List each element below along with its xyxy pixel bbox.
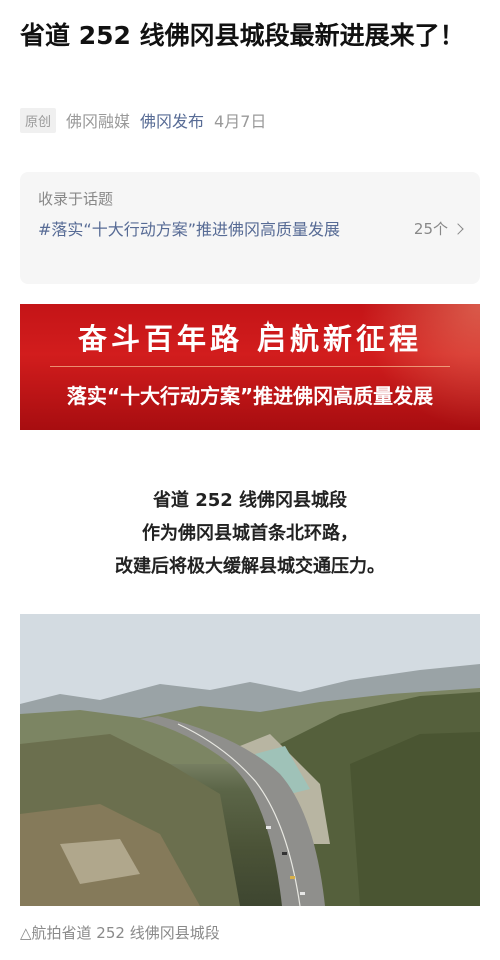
topic-count-link[interactable]: 25个 bbox=[413, 218, 464, 239]
topic-name[interactable]: #落实“十大行动方案”推进佛冈高质量发展 bbox=[38, 218, 378, 242]
original-tag: 原创 bbox=[20, 107, 57, 133]
lead-paragraph: 省道 252 线佛冈县城段 作为佛冈县城首条北环路， 改建后将极大缓解县城交通压… bbox=[0, 484, 500, 583]
article-page: 省道 252 线佛冈县城段最新进展来了！ 原创 佛冈融媒 佛冈发布 4月7日 收… bbox=[0, 0, 500, 960]
lead-line: 省道 252 线佛冈县城段 bbox=[152, 490, 348, 511]
aerial-road-photo[interactable] bbox=[20, 614, 480, 906]
article-meta: 原创 佛冈融媒 佛冈发布 4月7日 bbox=[20, 106, 266, 134]
aerial-road-illustration bbox=[20, 614, 480, 906]
topic-card[interactable]: 收录于话题 #落实“十大行动方案”推进佛冈高质量发展 25个 bbox=[20, 172, 480, 284]
banner-image: 奋斗百年路 启航新征程 落实“十大行动方案”推进佛冈高质量发展 bbox=[20, 304, 480, 430]
source-name: 佛冈融媒 bbox=[66, 112, 131, 131]
topic-count: 25个 bbox=[413, 220, 448, 238]
lead-line: 改建后将极大缓解县城交通压力。 bbox=[115, 556, 385, 577]
topic-label: 收录于话题 bbox=[38, 190, 114, 208]
banner-bottom-text: 落实“十大行动方案”推进佛冈高质量发展 bbox=[66, 384, 434, 408]
account-link[interactable]: 佛冈发布 bbox=[140, 108, 204, 132]
banner-top-text: 奋斗百年路 启航新征程 bbox=[77, 322, 423, 356]
chevron-right-icon bbox=[452, 222, 464, 235]
article-title: 省道 252 线佛冈县城段最新进展来了！ bbox=[20, 21, 465, 50]
lead-line: 作为佛冈县城首条北环路， bbox=[142, 523, 358, 544]
photo-caption: △航拍省道 252 线佛冈县城段 bbox=[20, 924, 220, 942]
publish-date: 4月7日 bbox=[214, 112, 267, 131]
banner-divider bbox=[50, 366, 450, 367]
